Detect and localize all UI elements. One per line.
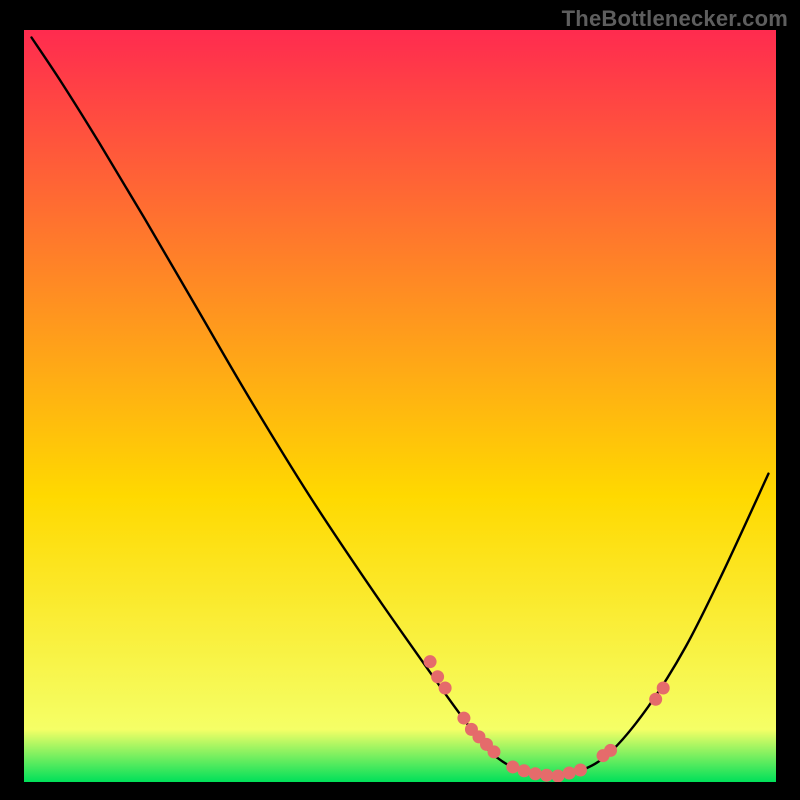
attribution-text: TheBottlenecker.com <box>562 6 788 32</box>
curve-marker <box>574 763 587 776</box>
curve-marker <box>518 764 531 777</box>
chart-svg <box>24 30 776 782</box>
gradient-background <box>24 30 776 782</box>
curve-marker <box>563 766 576 779</box>
curve-marker <box>540 769 553 782</box>
curve-marker <box>488 745 501 758</box>
curve-marker <box>551 769 564 782</box>
curve-marker <box>506 760 519 773</box>
curve-marker <box>457 712 470 725</box>
chart-container: TheBottlenecker.com <box>0 0 800 800</box>
curve-marker <box>649 693 662 706</box>
curve-marker <box>529 767 542 780</box>
curve-marker <box>604 744 617 757</box>
plot-area <box>24 30 776 782</box>
curve-marker <box>424 655 437 668</box>
curve-marker <box>657 682 670 695</box>
curve-marker <box>431 670 444 683</box>
curve-marker <box>439 682 452 695</box>
